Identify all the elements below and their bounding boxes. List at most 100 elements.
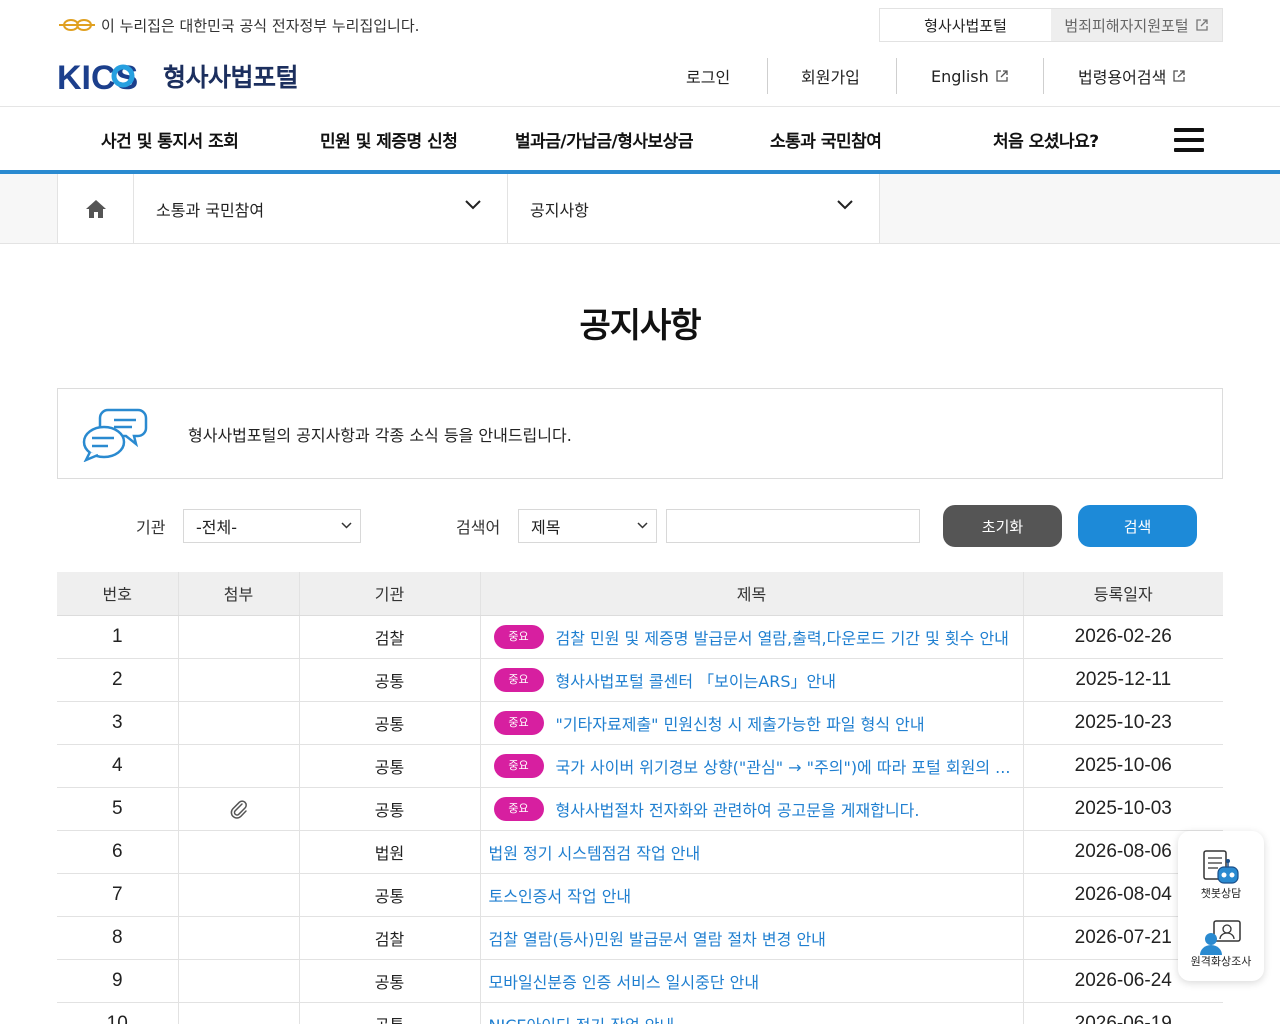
- util-divider: [896, 58, 897, 94]
- row-title-link[interactable]: 형사사법절차 전자화와 관련하여 공고문을 게재합니다.: [556, 801, 920, 820]
- row-attachment: [177, 658, 299, 702]
- row-org: 공통: [298, 787, 480, 831]
- chatbot-icon: [1203, 850, 1239, 884]
- law-terms-link[interactable]: 법령용어검색: [1078, 58, 1186, 94]
- row-title-cell: NICE아이디 정기 작업 안내: [479, 1002, 1023, 1024]
- chatbot-button[interactable]: 챗봇상담: [1178, 849, 1264, 901]
- external-link-icon: [1195, 19, 1208, 31]
- row-title-cell: 토스인증서 작업 안내: [479, 873, 1023, 917]
- nav-first-visit[interactable]: 처음 오셨나요?: [993, 127, 1099, 152]
- intro-box: 형사사법포털의 공지사항과 각종 소식 등을 안내드립니다.: [57, 388, 1223, 479]
- kics-logo-icon: KICS: [57, 59, 138, 93]
- logo-name: 형사사법포털: [163, 63, 299, 92]
- row-title-link[interactable]: NICE아이디 정기 작업 안내: [489, 1016, 675, 1024]
- row-org: 공통: [298, 701, 480, 745]
- table-row[interactable]: 6 법원 법원 정기 시스템점검 작업 안내 2026-08-06: [57, 830, 1223, 874]
- row-date: 2026-06-19: [1022, 1002, 1223, 1024]
- row-org: 공통: [298, 744, 480, 788]
- row-attachment: [177, 615, 299, 659]
- row-attachment: [177, 744, 299, 788]
- main-nav: 사건 및 통지서 조회 민원 및 제증명 신청 벌과금/가납금/형사보상금 소통…: [0, 107, 1280, 171]
- chevron-down-icon: [341, 522, 352, 529]
- table-row[interactable]: 4 공통 중요 국가 사이버 위기경보 상향("관심" → "주의")에 따라 포털 …: [57, 744, 1223, 788]
- agency-select[interactable]: -전체-: [183, 509, 361, 543]
- gov-banner: 이 누리집은 대한민국 공식 전자정부 누리집입니다.: [57, 12, 419, 38]
- gov-banner-text: 이 누리집은 대한민국 공식 전자정부 누리집입니다.: [101, 16, 420, 35]
- logo[interactable]: KICS 형사사법포털: [57, 58, 299, 94]
- breadcrumb-level2-select[interactable]: 공지사항: [507, 174, 880, 243]
- row-title-link[interactable]: 형사사법포털 콜센터 「보이는ARS」안내: [556, 672, 836, 691]
- nav-participation[interactable]: 소통과 국민참여: [770, 127, 882, 152]
- reset-button[interactable]: 초기화: [943, 505, 1062, 547]
- home-icon: [85, 199, 106, 218]
- row-org: 검찰: [298, 916, 480, 960]
- home-button[interactable]: [57, 174, 134, 243]
- paperclip-icon[interactable]: [230, 799, 248, 819]
- important-badge: 중요: [493, 667, 544, 692]
- breadcrumb-level1-select[interactable]: 소통과 국민참여: [133, 174, 508, 243]
- row-title-link[interactable]: 검찰 민원 및 제증명 발급문서 열람,출력,다운로드 기간 및 횟수 안내: [556, 629, 1009, 648]
- chatbot-label: 챗봇상담: [1200, 887, 1242, 900]
- row-title-link[interactable]: 국가 사이버 위기경보 상향("관심" → "주의")에 따라 포털 회원의 .…: [556, 758, 1011, 777]
- table-row[interactable]: 7 공통 토스인증서 작업 안내 2026-08-04: [57, 873, 1223, 917]
- row-number: 6: [57, 830, 178, 874]
- row-title-cell: 중요 형사사법포털 콜센터 「보이는ARS」안내: [479, 658, 1023, 702]
- col-header-title: 제목: [479, 572, 1023, 616]
- table-row[interactable]: 1 검찰 중요 검찰 민원 및 제증명 발급문서 열람,출력,다운로드 기간 및 횟수…: [57, 615, 1223, 659]
- table-row[interactable]: 10 공통 NICE아이디 정기 작업 안내 2026-06-19: [57, 1002, 1223, 1024]
- signup-link[interactable]: 회원가입: [801, 58, 860, 94]
- login-link[interactable]: 로그인: [686, 58, 730, 94]
- col-header-org: 기관: [298, 572, 480, 616]
- search-input[interactable]: [666, 509, 920, 543]
- row-org: 공통: [298, 873, 480, 917]
- table-row[interactable]: 3 공통 중요 "기타자료제출" 민원신청 시 제출가능한 파일 형식 안내 2025-…: [57, 701, 1223, 745]
- row-title-link[interactable]: 토스인증서 작업 안내: [489, 887, 632, 906]
- chevron-down-icon: [637, 522, 648, 529]
- keyword-field-select[interactable]: 제목: [518, 509, 657, 543]
- speech-bubbles-icon: [82, 408, 148, 462]
- row-attachment: [177, 701, 299, 745]
- row-title-link[interactable]: 모바일신분증 인증 서비스 일시중단 안내: [489, 973, 760, 992]
- row-org: 공통: [298, 959, 480, 1003]
- row-title-cell: 법원 정기 시스템점검 작업 안내: [479, 830, 1023, 874]
- table-row[interactable]: 9 공통 모바일신분증 인증 서비스 일시중단 안내 2026-06-24: [57, 959, 1223, 1003]
- util-divider: [767, 58, 768, 94]
- search-button[interactable]: 검색: [1078, 505, 1197, 547]
- english-link[interactable]: English: [931, 58, 1009, 94]
- row-title-link[interactable]: "기타자료제출" 민원신청 시 제출가능한 파일 형식 안내: [556, 715, 925, 734]
- row-attachment: [177, 830, 299, 874]
- nav-civil-petition[interactable]: 민원 및 제증명 신청: [320, 127, 458, 152]
- row-number: 8: [57, 916, 178, 960]
- row-number: 2: [57, 658, 178, 702]
- row-org: 검찰: [298, 615, 480, 659]
- table-header-row: 번호 첨부 기관 제목 등록일자: [57, 572, 1223, 616]
- table-row[interactable]: 2 공통 중요 형사사법포털 콜센터 「보이는ARS」안내 2025-12-11: [57, 658, 1223, 702]
- tab-kics-portal[interactable]: 형사사법포털: [880, 9, 1051, 41]
- col-header-date: 등록일자: [1022, 572, 1223, 616]
- row-attachment: [177, 873, 299, 917]
- col-header-no: 번호: [57, 572, 178, 616]
- row-title-cell: 중요 검찰 민원 및 제증명 발급문서 열람,출력,다운로드 기간 및 횟수 안내: [479, 615, 1023, 659]
- tab-victim-portal[interactable]: 범죄피해자지원포털: [1051, 9, 1222, 41]
- table-body: 1 검찰 중요 검찰 민원 및 제증명 발급문서 열람,출력,다운로드 기간 및 횟수…: [57, 615, 1223, 1024]
- svg-text:KICS: KICS: [57, 59, 138, 93]
- external-link-icon: [996, 70, 1008, 82]
- floating-menu: 챗봇상담 원격화상조사: [1178, 831, 1264, 981]
- nav-fines[interactable]: 벌과금/가납금/형사보상금: [515, 127, 693, 152]
- table-row[interactable]: 8 검찰 검찰 열람(등사)민원 발급문서 열람 절차 변경 안내 2026-07-2…: [57, 916, 1223, 960]
- table-row[interactable]: 5 공통 중요 형사사법절차 전자화와 관련하여 공고문을 게재합니다. 2025-10…: [57, 787, 1223, 831]
- row-org: 공통: [298, 658, 480, 702]
- hamburger-menu-icon[interactable]: [1174, 128, 1204, 158]
- row-date: 2025-10-23: [1022, 701, 1223, 745]
- row-title-link[interactable]: 검찰 열람(등사)민원 발급문서 열람 절차 변경 안내: [489, 930, 826, 949]
- row-title-cell: 모바일신분증 인증 서비스 일시중단 안내: [479, 959, 1023, 1003]
- notice-table: 번호 첨부 기관 제목 등록일자 1 검찰 중요 검찰 민원 및 제증명 발급문서 열…: [57, 572, 1223, 1024]
- video-investigation-button[interactable]: 원격화상조사: [1178, 917, 1264, 969]
- nav-case-inquiry[interactable]: 사건 및 통지서 조회: [101, 127, 239, 152]
- chevron-down-icon: [465, 200, 481, 210]
- row-title-link[interactable]: 법원 정기 시스템점검 작업 안내: [489, 844, 701, 863]
- agency-label: 기관: [136, 518, 166, 537]
- intro-text: 형사사법포털의 공지사항과 각종 소식 등을 안내드립니다.: [188, 425, 572, 445]
- row-attachment: [177, 1002, 299, 1024]
- keyword-label: 검색어: [456, 518, 501, 537]
